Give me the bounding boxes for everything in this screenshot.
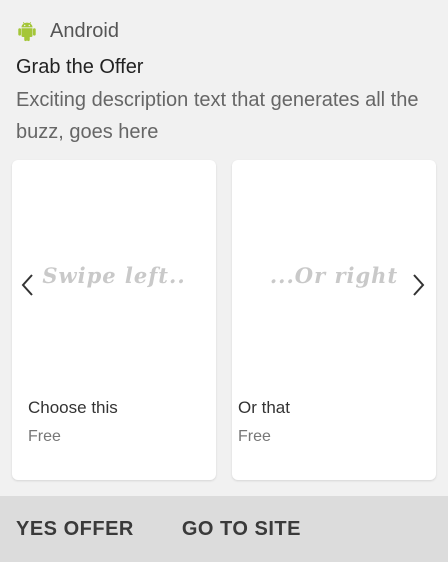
yes-offer-button[interactable]: YES OFFER [16,518,134,541]
app-name: Android [50,19,119,42]
image-carousel[interactable]: Swipe left.. Choose this Free ...Or righ… [0,160,448,480]
card-subtitle: Free [28,428,61,445]
card-image: Swipe left.. [12,160,216,390]
android-icon [18,22,36,42]
chevron-right-icon[interactable] [408,272,428,298]
notification-description: Exciting description text that generates… [16,89,419,143]
chevron-left-icon[interactable] [18,272,38,298]
card-title: Choose this [28,398,118,417]
rich-notification: Android Grab the Offer Exciting descript… [0,0,448,562]
card-image-text: ...Or right [269,262,399,288]
carousel-card[interactable]: Swipe left.. Choose this Free [12,160,216,480]
carousel-card[interactable]: ...Or right Or that Free [232,160,436,480]
card-image-text: Swipe left.. [42,262,186,288]
card-subtitle: Free [238,428,271,445]
card-title: Or that [238,398,290,417]
go-to-site-button[interactable]: GO TO SITE [182,518,301,541]
notification-actions: YES OFFER GO TO SITE [0,496,448,562]
notification-title: Grab the Offer [16,56,144,78]
card-image: ...Or right [232,160,436,390]
notification-header: Android [16,18,119,44]
